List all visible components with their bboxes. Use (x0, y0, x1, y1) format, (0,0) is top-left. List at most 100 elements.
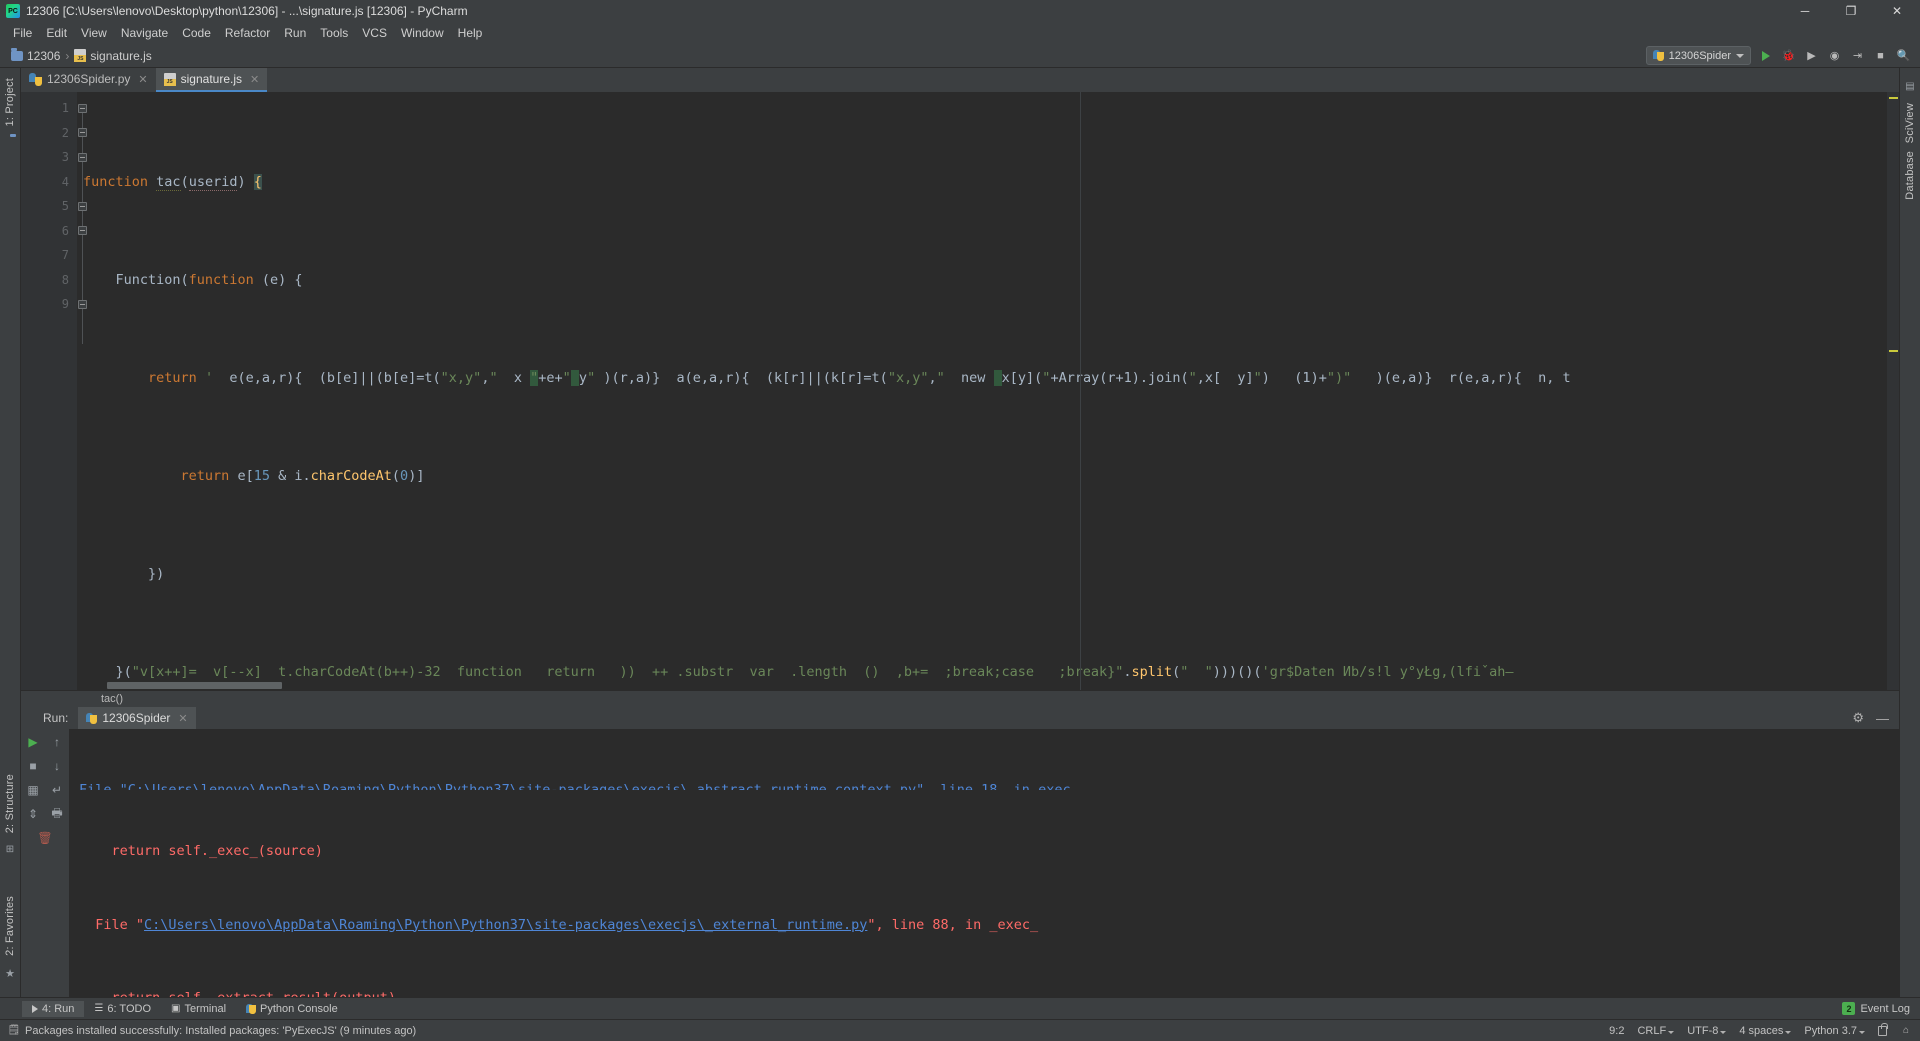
right-tool-rail: ▤ SciView Database (1899, 68, 1920, 997)
console-partial-line[interactable]: File "C:\Users\lenovo\AppData\Roaming\Py… (79, 782, 1079, 790)
run-configuration-label: 12306Spider (1668, 49, 1731, 62)
editor-horizontal-scrollbar[interactable] (77, 681, 1899, 690)
hint-icon[interactable]: ⌂ (1900, 1025, 1912, 1037)
line-number: 1 (61, 101, 69, 115)
breadcrumb-project[interactable]: 12306 (8, 47, 63, 63)
menu-tools[interactable]: Tools (313, 24, 355, 42)
run-tab-close-icon[interactable]: ✕ (178, 712, 187, 725)
tab-close-icon[interactable]: ✕ (250, 73, 259, 86)
right-margin-guide (1080, 92, 1081, 690)
favorites-star-icon[interactable]: ★ (5, 967, 15, 980)
python-interpreter[interactable]: Python 3.7 (1804, 1025, 1865, 1037)
toolbar-right: 12306Spider 🐞 ▶ ◉ ⇥ ■ 🔍 (1645, 46, 1920, 65)
down-arrow-icon[interactable]: ↓ (48, 757, 66, 775)
up-arrow-icon[interactable]: ↑ (48, 733, 66, 751)
line-separator[interactable]: CRLF (1637, 1025, 1675, 1037)
print-icon[interactable]: 🖶 (48, 805, 66, 823)
tab-signature-js[interactable]: signature.js ✕ (155, 68, 268, 92)
current-function-breadcrumb[interactable]: tac() (101, 693, 123, 705)
file-encoding[interactable]: UTF-8 (1687, 1025, 1727, 1037)
search-icon[interactable]: 🔍 (1895, 46, 1912, 65)
menu-view[interactable]: View (74, 24, 114, 42)
stop-icon[interactable]: ■ (24, 757, 42, 775)
scroll-to-end-icon[interactable]: ⇕ (24, 805, 42, 823)
console-output[interactable]: File "C:\Users\lenovo\AppData\Roaming\Py… (69, 729, 1899, 997)
stop-button[interactable]: ■ (1872, 46, 1889, 65)
bottom-tab-run[interactable]: 4: Run (22, 1000, 85, 1017)
file-link[interactable]: C:\Users\lenovo\AppData\Roaming\Python\P… (144, 917, 867, 933)
navigation-bar: 12306 › signature.js 12306Spider 🐞 ▶ ◉ ⇥… (0, 44, 1920, 68)
soft-wrap-icon[interactable]: ↵ (48, 781, 66, 799)
main-body: 1: Project 2: Structure ⊞ 2: Favorites ★… (0, 68, 1920, 997)
clear-all-icon[interactable]: 🗑 (36, 829, 54, 847)
lock-icon[interactable] (1878, 1022, 1888, 1036)
warning-marker[interactable] (1889, 350, 1898, 352)
code-line-2: Function(function (e) { (83, 271, 303, 288)
menu-edit[interactable]: Edit (39, 24, 74, 42)
menu-bar: File Edit View Navigate Code Refactor Ru… (0, 22, 1920, 44)
js-file-icon (74, 49, 87, 62)
bottom-tab-python-console[interactable]: Python Console (236, 1001, 348, 1017)
code-editor[interactable]: 1 2 3 4 5 6 7 8 9 function tac(userid) {… (21, 92, 1899, 690)
event-log-label[interactable]: Event Log (1860, 1003, 1910, 1015)
run-coverage-button[interactable]: ▶ (1803, 46, 1820, 65)
scrollbar-thumb[interactable] (107, 682, 282, 689)
sciview-grid-icon[interactable]: ▤ (1905, 81, 1914, 92)
debug-button[interactable]: 🐞 (1780, 46, 1797, 65)
line-number: 5 (61, 199, 69, 213)
event-log-area[interactable]: 2 Event Log (1842, 1002, 1920, 1015)
run-window-header: Run: 12306Spider ✕ ⚙ — (21, 707, 1899, 729)
menu-window[interactable]: Window (394, 24, 451, 42)
run-tool-window: Run: 12306Spider ✕ ⚙ — ▶ ↑ ■ ↓ ▦ ↵ ⇕ 🖶 🗑… (21, 707, 1899, 997)
sidebar-item-project[interactable]: 1: Project (4, 74, 16, 130)
menu-refactor[interactable]: Refactor (218, 24, 277, 42)
sidebar-item-favorites[interactable]: 2: Favorites (4, 892, 16, 960)
close-button[interactable]: ✕ (1874, 0, 1920, 22)
warning-marker[interactable] (1889, 97, 1898, 99)
run-window-label: Run: (43, 711, 69, 725)
structure-icon[interactable]: ⊞ (6, 844, 14, 855)
gear-icon[interactable]: ⚙ (1852, 710, 1864, 726)
indent-setting[interactable]: 4 spaces (1739, 1025, 1792, 1037)
bottom-tab-label: Terminal (184, 1002, 227, 1015)
menu-help[interactable]: Help (451, 24, 490, 42)
tab-12306spider-py[interactable]: 12306Spider.py ✕ (21, 68, 156, 92)
breadcrumb-file[interactable]: signature.js (71, 49, 154, 63)
menu-file[interactable]: File (6, 24, 39, 42)
run-tab-12306spider[interactable]: 12306Spider ✕ (78, 707, 196, 729)
code-content[interactable]: function tac(userid) { Function(function… (77, 92, 1899, 690)
caret-position[interactable]: 9:2 (1609, 1025, 1624, 1037)
todo-icon: ☰ (94, 1003, 104, 1014)
window-title: 12306 [C:\Users\lenovo\Desktop\python\12… (26, 4, 468, 18)
line-number: 6 (61, 223, 69, 238)
status-bar: 🗒 Packages installed successfully: Insta… (0, 1019, 1920, 1041)
run-window-body: ▶ ↑ ■ ↓ ▦ ↵ ⇕ 🖶 🗑 File "C:\Users\lenovo\… (21, 729, 1899, 997)
status-message[interactable]: Packages installed successfully: Install… (25, 1025, 416, 1037)
tab-close-icon[interactable]: ✕ (138, 73, 147, 86)
menu-navigate[interactable]: Navigate (114, 24, 175, 42)
layout-icon[interactable]: ▦ (24, 781, 42, 799)
maximize-button[interactable]: ❐ (1828, 0, 1874, 22)
minimize-icon[interactable]: — (1876, 711, 1889, 726)
minimize-button[interactable]: ─ (1782, 0, 1828, 22)
bottom-tab-todo[interactable]: ☰ 6: TODO (84, 1001, 161, 1017)
editor-breadcrumb-bar: tac() (21, 690, 1899, 707)
breadcrumb-file-label: signature.js (90, 48, 152, 63)
bottom-tab-terminal[interactable]: ▣ Terminal (161, 1001, 236, 1017)
run-button[interactable] (1757, 46, 1774, 65)
menu-run[interactable]: Run (277, 24, 313, 42)
attach-button[interactable]: ⇥ (1849, 46, 1866, 65)
menu-vcs[interactable]: VCS (355, 24, 394, 42)
code-line-1: function tac(userid) { (83, 173, 262, 191)
sidebar-item-sciview[interactable]: SciView (1904, 99, 1916, 147)
window-controls: ─ ❐ ✕ (1782, 0, 1920, 22)
rerun-icon[interactable]: ▶ (24, 733, 42, 751)
run-configuration-selector[interactable]: 12306Spider (1645, 46, 1751, 65)
editor-marker-track[interactable] (1887, 92, 1899, 690)
sidebar-item-structure[interactable]: 2: Structure (4, 770, 16, 837)
menu-code[interactable]: Code (175, 24, 218, 42)
sidebar-item-database[interactable]: Database (1904, 147, 1916, 204)
profile-button[interactable]: ◉ (1826, 46, 1843, 65)
bottom-tab-label: 4: Run (42, 1002, 75, 1015)
python-file-icon (29, 72, 42, 86)
